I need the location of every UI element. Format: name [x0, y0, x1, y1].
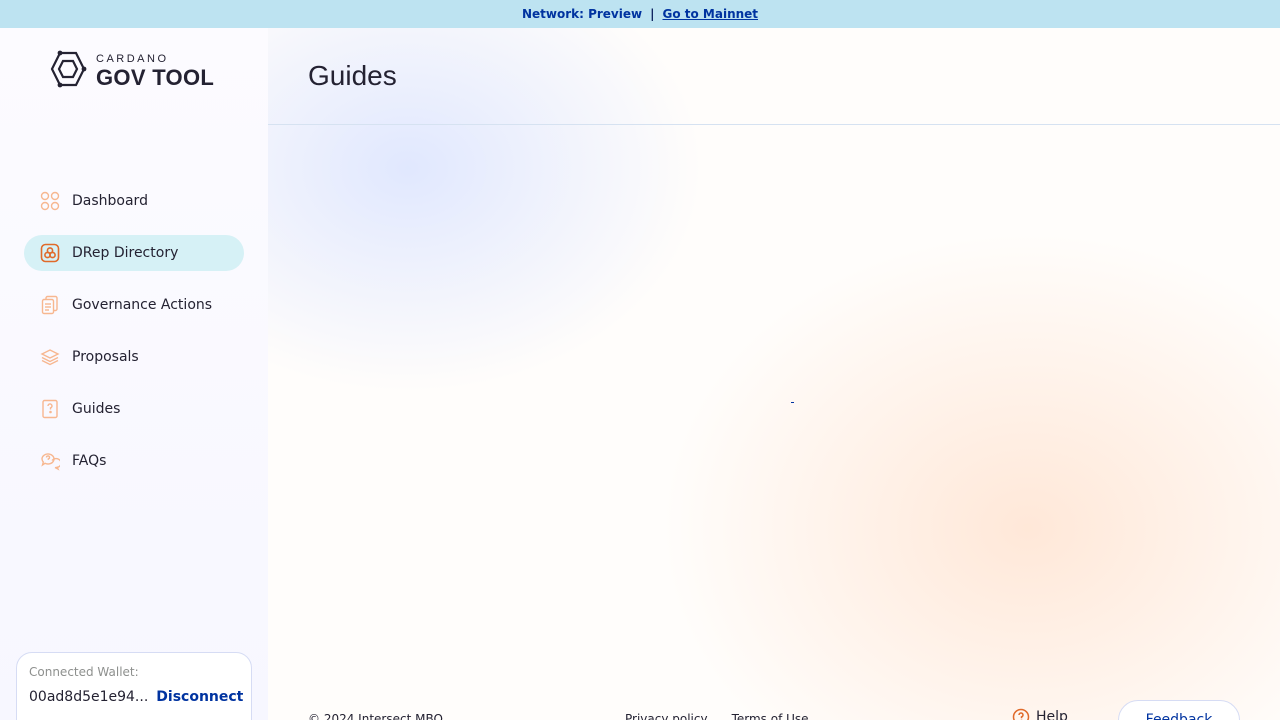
go-to-mainnet-link[interactable]: Go to Mainnet — [662, 7, 758, 21]
sidebar-item-label: Governance Actions — [72, 297, 213, 313]
sidebar-item-faqs[interactable]: FAQs — [24, 443, 244, 479]
feedback-button[interactable]: Feedback — [1118, 700, 1240, 720]
sidebar-item-proposals[interactable]: Proposals — [24, 339, 244, 375]
sidebar-item-guides[interactable]: Guides — [24, 391, 244, 427]
network-banner: Network: Preview | Go to Mainnet — [0, 0, 1280, 28]
help-button[interactable]: Help — [1012, 708, 1068, 720]
network-label: Network: Preview — [521, 7, 643, 21]
page-title: Guides — [308, 60, 397, 91]
sidebar-item-label: Guides — [72, 401, 121, 417]
terms-of-use-link[interactable]: Terms of Use — [732, 712, 809, 720]
sidebar-item-dashboard[interactable]: Dashboard — [24, 183, 244, 219]
logo[interactable]: CARDANO GOV TOOL — [48, 50, 214, 92]
sidebar-item-label: FAQs — [72, 453, 107, 469]
privacy-policy-link[interactable]: Privacy policy — [625, 712, 708, 720]
page-header: Guides — [268, 28, 1280, 125]
sidebar-item-governance-actions[interactable]: Governance Actions — [24, 287, 244, 323]
dashboard-icon — [40, 191, 60, 211]
drep-icon — [40, 243, 60, 263]
wallet-label: Connected Wallet: — [29, 665, 139, 679]
governance-actions-icon — [40, 295, 60, 315]
connected-wallet-card: Connected Wallet: 00ad8d5e1e94... Discon… — [16, 652, 252, 720]
proposals-icon — [40, 347, 60, 367]
help-icon — [1012, 708, 1030, 720]
copyright-text: © 2024 Intersect MBO — [308, 712, 443, 720]
cardano-logo-icon — [48, 50, 88, 92]
sidebar: CARDANO GOV TOOL Dashboard DRep Director… — [0, 28, 268, 720]
sidebar-item-label: Proposals — [72, 349, 139, 365]
faqs-icon — [40, 451, 60, 471]
footer: © 2024 Intersect MBO Privacy policy Term… — [268, 700, 1280, 720]
main-content: Guides © 2024 Intersect MBO Privacy poli… — [268, 28, 1280, 720]
banner-separator: | — [650, 7, 655, 21]
sidebar-item-label: Dashboard — [72, 193, 148, 209]
loading-indicator — [791, 402, 794, 403]
wallet-address: 00ad8d5e1e94... — [29, 689, 149, 705]
sidebar-nav: Dashboard DRep Directory Governance Acti… — [24, 183, 244, 495]
logo-big-text: GOV TOOL — [96, 64, 215, 90]
help-label: Help — [1036, 709, 1068, 720]
disconnect-button[interactable]: Disconnect — [156, 689, 243, 705]
sidebar-item-drep-directory[interactable]: DRep Directory — [24, 235, 244, 271]
logo-small-text: CARDANO — [96, 52, 169, 65]
guides-icon — [40, 399, 60, 419]
sidebar-item-label: DRep Directory — [72, 245, 179, 261]
